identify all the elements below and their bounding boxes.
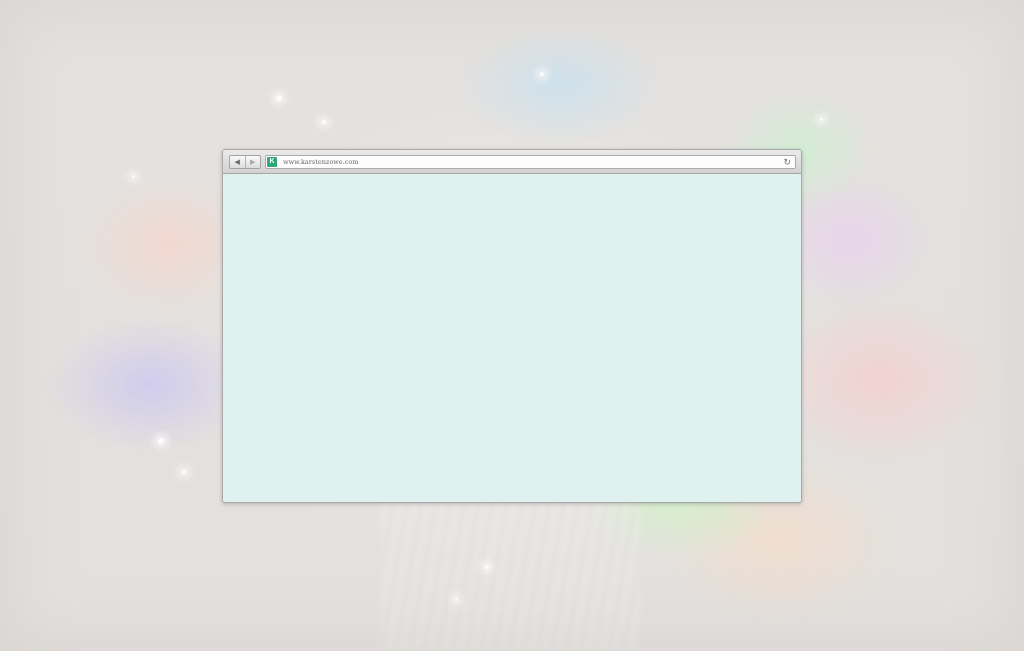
sparkle-decoration — [455, 598, 458, 601]
navigation-buttons: ◀ ▶ — [229, 155, 261, 169]
forward-button[interactable]: ▶ — [246, 156, 261, 168]
forward-arrow-icon: ▶ — [250, 158, 256, 166]
address-bar[interactable]: K www.karstenzowe.com ↻ — [265, 155, 796, 169]
sparkle-decoration — [540, 72, 544, 76]
reload-button[interactable]: ↻ — [783, 156, 791, 168]
sparkle-decoration — [182, 470, 186, 474]
sparkle-decoration — [485, 565, 489, 569]
back-arrow-icon: ◀ — [234, 158, 240, 166]
sparkle-decoration — [322, 120, 326, 124]
browser-window: ◀ ▶ K www.karstenzowe.com ↻ — [222, 149, 802, 503]
sparkle-decoration — [132, 175, 135, 178]
browser-toolbar: ◀ ▶ K www.karstenzowe.com ↻ — [223, 150, 801, 174]
sparkle-decoration — [158, 438, 164, 444]
page-content-area[interactable] — [223, 174, 801, 502]
sparkle-decoration — [820, 118, 823, 121]
back-button[interactable]: ◀ — [230, 156, 246, 168]
light-rays-decoration — [380, 500, 640, 651]
url-text[interactable]: www.karstenzowe.com — [283, 156, 358, 168]
sparkle-decoration — [276, 95, 282, 101]
favicon-icon: K — [267, 157, 277, 167]
reload-icon: ↻ — [783, 157, 791, 167]
